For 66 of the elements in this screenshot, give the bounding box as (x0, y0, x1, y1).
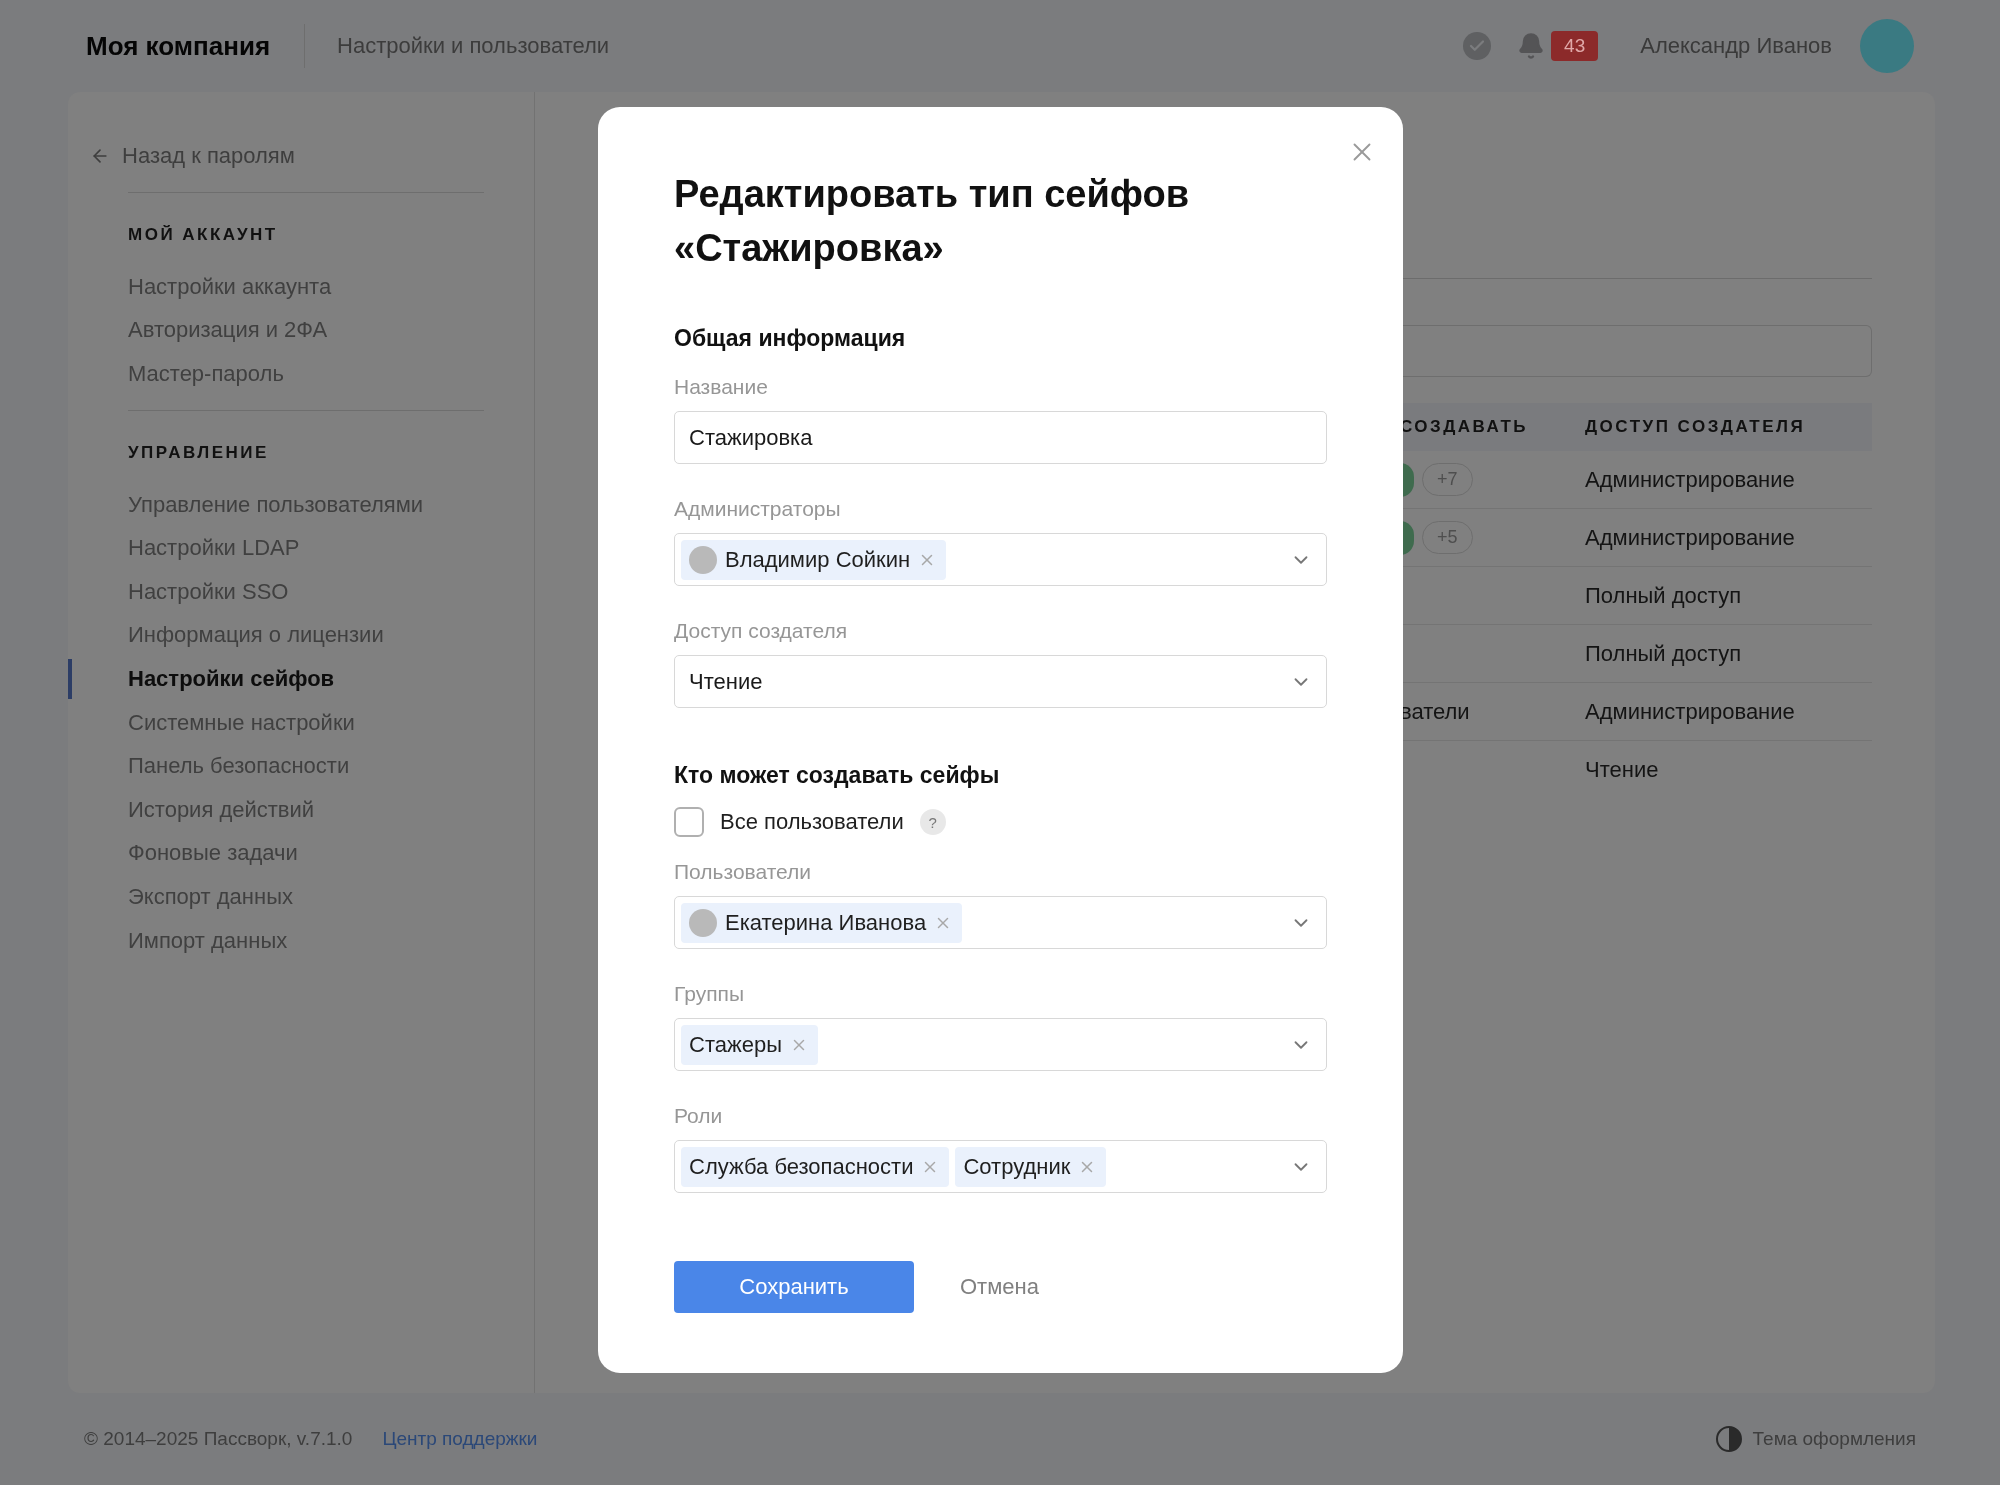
sidebar-item[interactable]: Экспорт данных (128, 875, 484, 919)
section-heading: УПРАВЛЕНИЕ (128, 442, 270, 463)
user-name[interactable]: Александр Иванов (1640, 33, 1832, 59)
field-label: Доступ создателя (674, 619, 848, 643)
multiselect-field[interactable]: Екатерина Иванова (674, 896, 1327, 949)
select-field[interactable]: Чтение (674, 655, 1327, 708)
field-label: Пользователи (674, 860, 813, 884)
checkbox-label: Все пользователи (720, 809, 904, 835)
sidebar-item[interactable]: Системные настройки (128, 700, 484, 745)
field-label: Администраторы (674, 497, 842, 521)
section-heading: Общая информация (674, 325, 907, 352)
sidebar-item[interactable]: История действий (128, 787, 484, 832)
tag-label: Стажеры (689, 1031, 782, 1058)
table-cell-text: Администрирование (1585, 524, 1796, 551)
table-cell-text: Администрирование (1585, 698, 1796, 725)
column-header: ДОСТУП СОЗДАТЕЛЯ (1585, 417, 1807, 437)
avatar-icon (689, 908, 717, 937)
sidebar-item[interactable]: Панель безопасности (128, 744, 484, 788)
field-label: Роли (674, 1104, 724, 1128)
copyright: © 2014–2025 Пассворк, v.7.1.0 (84, 1428, 353, 1450)
name-input[interactable]: Стажировка (674, 411, 1327, 464)
sidebar-item[interactable]: Настройки LDAP (128, 526, 484, 570)
section-heading: Кто может создавать сейфы (674, 762, 1001, 789)
dialog-title: Редактировать тип сейфов «Стажировка» (674, 172, 1191, 271)
field-label: Название (674, 375, 769, 399)
back-link[interactable]: Назад к паролям (90, 134, 484, 178)
multiselect-field[interactable]: Служба безопасности Сотрудник (674, 1140, 1327, 1193)
support-link[interactable]: Центр поддержки (382, 1428, 538, 1450)
tag-label: Служба безопасности (689, 1153, 914, 1180)
tag-label: Екатерина Иванова (725, 909, 927, 936)
table-cell-text: Полный доступ (1585, 640, 1743, 667)
search-field[interactable] (1400, 325, 1872, 377)
bell-icon[interactable] (1517, 32, 1546, 60)
table-cell-text: Чтение (1585, 757, 1660, 783)
avatar-icon[interactable] (1860, 19, 1914, 73)
theme-toggle-label[interactable]: Тема оформления (1752, 1428, 1916, 1450)
avatar-icon (689, 545, 717, 574)
notification-count: 43 (1551, 31, 1599, 61)
sidebar-item[interactable]: Настройки аккаунта (128, 265, 484, 309)
cancel-button[interactable]: Отмена (954, 1273, 1045, 1301)
section-heading: МОЙ АККАУНТ (128, 225, 279, 245)
sidebar-item[interactable]: Управление пользователями (128, 482, 484, 527)
sidebar-item[interactable]: Информация о лицензии (128, 613, 484, 658)
save-button[interactable]: Сохранить (674, 1261, 914, 1313)
check-circle-icon[interactable] (1463, 32, 1492, 60)
sidebar-item[interactable]: Фоновые задачи (128, 831, 484, 876)
page-title: Настройки и пользователи (337, 33, 610, 59)
sidebar-item[interactable]: Импорт данных (128, 918, 484, 963)
checkbox[interactable] (674, 807, 704, 837)
active-indicator (68, 659, 72, 699)
table-cell-text: Полный доступ (1585, 582, 1743, 609)
multiselect-field[interactable]: Стажеры (674, 1018, 1327, 1071)
table-cell-text: Администрирование (1585, 466, 1796, 493)
sidebar-item[interactable]: Авторизация и 2ФА (128, 308, 484, 353)
tag-label: Сотрудник (963, 1153, 1071, 1180)
sidebar-item[interactable]: Мастер-пароль (128, 352, 484, 396)
sidebar-item[interactable]: Настройки SSO (128, 569, 484, 614)
help-icon[interactable]: ? (919, 809, 946, 835)
company-name[interactable]: Моя компания (86, 30, 271, 62)
sidebar-item[interactable]: Настройки сейфов (128, 657, 484, 701)
tag-label: Владимир Сойкин (725, 546, 911, 573)
table-cell: ватели (1400, 698, 1470, 725)
column-header: СОЗДАВАТЬ (1400, 417, 1530, 437)
multiselect-field[interactable]: Владимир Сойкин (674, 533, 1327, 586)
half-circle-icon[interactable] (1714, 1425, 1743, 1453)
field-label: Группы (674, 982, 745, 1006)
